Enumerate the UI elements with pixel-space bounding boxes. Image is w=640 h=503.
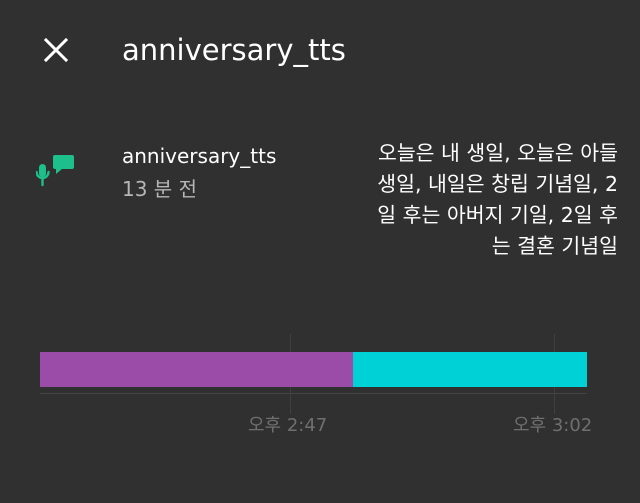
entry-message: 오늘은 내 생일, 오늘은 아들 생일, 내일은 창립 기념일, 2일 후는 아…	[377, 141, 618, 258]
close-button[interactable]	[36, 30, 76, 70]
mic-chat-icon	[36, 155, 74, 187]
timeline-segment-second	[353, 352, 587, 387]
timeline-baseline	[40, 393, 587, 394]
timeline-tick-label-end: 오후 3:02	[513, 415, 593, 436]
close-icon	[43, 37, 69, 63]
page-title: anniversary_tts	[122, 33, 346, 67]
timeline-chart: 오후 2:47 오후 3:02	[40, 334, 600, 444]
timeline-tick-label-start: 오후 2:47	[248, 415, 328, 436]
entry-title: anniversary_tts	[122, 144, 277, 168]
entry-time: 13 분 전	[122, 177, 197, 201]
timeline-segment-first	[40, 352, 353, 387]
